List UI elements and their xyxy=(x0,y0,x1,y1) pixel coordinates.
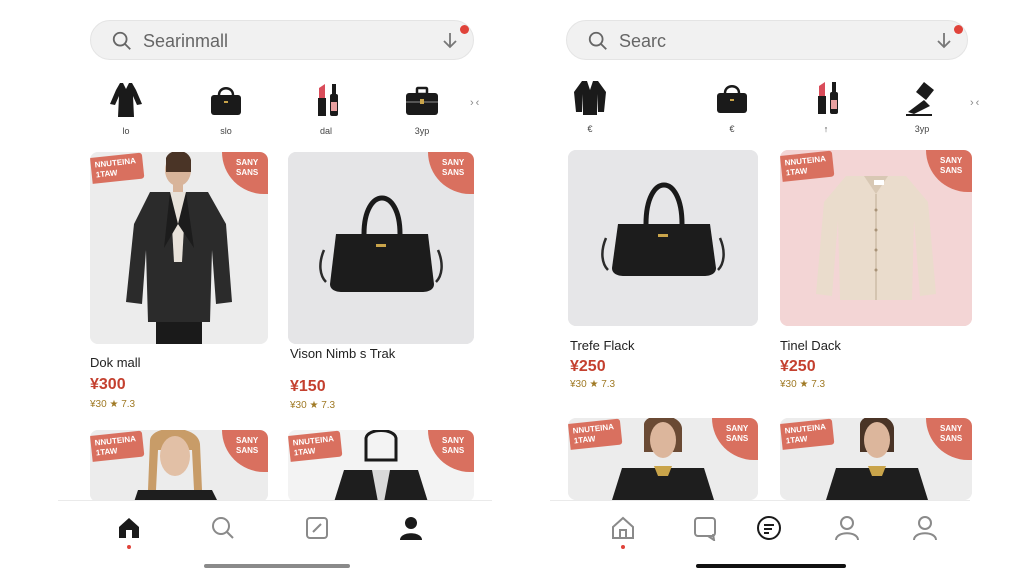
category-handbag[interactable]: slo xyxy=(196,80,256,150)
promo-tag: NNUTEINA 1TAW xyxy=(568,418,623,450)
notification-badge xyxy=(954,25,963,34)
category-label: 3yp xyxy=(914,124,930,134)
more-categories-chevron-icon[interactable]: ›‹ xyxy=(970,97,981,109)
category-cosmetics[interactable]: ↑ xyxy=(796,78,856,148)
jacket-icon xyxy=(574,81,606,115)
orders-icon xyxy=(757,516,781,540)
cosmetics-icon xyxy=(318,84,338,116)
nav-profile[interactable] xyxy=(398,515,424,541)
promo-tag: NNUTEINA 1TAW xyxy=(288,430,343,462)
product-card[interactable]: NNUTEINA 1TAW Sany Sans xyxy=(780,418,972,500)
cosmetics-icon xyxy=(818,82,838,114)
product-card[interactable]: NNUTEINA 1TAW Sany Sans xyxy=(90,152,268,344)
product-rating: ¥30 ★ 7.3 xyxy=(780,379,826,390)
notification-badge xyxy=(460,25,469,34)
handbag-icon xyxy=(717,85,747,113)
home-icon xyxy=(612,516,634,539)
download-icon[interactable] xyxy=(935,31,953,51)
handbag-icon xyxy=(211,87,241,115)
promo-tag: NNUTEINA 1TAW xyxy=(90,152,145,184)
product-card[interactable]: NNUTEINA 1TAW Sany Sans xyxy=(288,430,474,502)
download-icon[interactable] xyxy=(441,31,459,51)
search-bar[interactable]: Searinmall xyxy=(90,20,474,60)
edit-icon xyxy=(306,517,328,539)
category-label: 3yp xyxy=(414,126,430,136)
category-label: slo xyxy=(220,126,232,136)
product-card[interactable]: NNUTEINA 1TAW Sany Sans xyxy=(780,150,972,326)
nav-account[interactable] xyxy=(834,515,860,541)
active-indicator xyxy=(127,545,131,549)
search-icon xyxy=(212,517,234,539)
left-phone-screen: Searinmall lo slo dal 3yp ›‹ NNUTEINA 1T… xyxy=(0,0,512,576)
chat-icon xyxy=(694,517,716,543)
dress-icon xyxy=(110,83,142,117)
product-name[interactable]: Tinel Dack xyxy=(780,338,841,353)
product-price: ¥300 xyxy=(90,376,126,393)
home-icon xyxy=(119,518,139,538)
category-dress[interactable]: lo xyxy=(96,80,156,150)
product-rating: ¥30 ★ 7.3 xyxy=(290,400,336,411)
search-input[interactable]: Searc xyxy=(619,31,666,52)
briefcase-icon xyxy=(406,86,438,115)
product-price: ¥150 xyxy=(290,378,326,395)
nav-profile[interactable] xyxy=(912,515,938,541)
category-handbag[interactable]: € xyxy=(702,78,762,148)
profile-icon xyxy=(400,517,422,540)
product-rating: ¥30 ★ 7.3 xyxy=(570,379,616,390)
promo-tag: NNUTEINA 1TAW xyxy=(780,150,835,182)
category-briefcase[interactable]: 3yp xyxy=(392,80,452,150)
nav-home[interactable] xyxy=(610,515,636,541)
promo-tag: NNUTEINA 1TAW xyxy=(780,418,835,450)
category-beauty[interactable]: 3yp xyxy=(892,78,952,148)
home-indicator-bar[interactable] xyxy=(696,564,846,568)
category-label: dal xyxy=(319,126,332,136)
product-price: ¥250 xyxy=(780,358,816,375)
search-icon xyxy=(112,31,131,50)
nav-edit[interactable] xyxy=(304,515,330,541)
category-cosmetics[interactable]: dal xyxy=(296,80,356,150)
nav-search[interactable] xyxy=(210,515,236,541)
category-label: € xyxy=(729,124,735,134)
search-input[interactable]: Searinmall xyxy=(143,31,228,52)
more-categories-chevron-icon[interactable]: ›‹ xyxy=(470,97,481,109)
nav-chat[interactable] xyxy=(692,515,718,543)
black-handbag-image xyxy=(568,150,758,326)
home-indicator-bar[interactable] xyxy=(204,564,350,568)
product-card[interactable]: NNUTEINA 1TAW Sany Sans xyxy=(90,430,268,502)
product-name[interactable]: Vison Nimb s Trak xyxy=(290,347,410,360)
product-rating: ¥30 ★ 7.3 xyxy=(90,399,136,410)
search-icon xyxy=(588,31,607,50)
category-label: ↑ xyxy=(823,124,829,134)
profile-icon xyxy=(913,516,937,541)
product-name[interactable]: Trefe Flack xyxy=(570,338,635,353)
product-card[interactable]: Sany Sans xyxy=(288,152,474,344)
product-card[interactable]: NNUTEINA 1TAW Sany Sans xyxy=(568,418,758,500)
product-price: ¥250 xyxy=(570,358,606,375)
category-jacket[interactable]: € xyxy=(560,78,620,148)
category-label: € xyxy=(587,124,593,134)
nav-orders[interactable] xyxy=(756,515,782,541)
category-label: lo xyxy=(122,126,130,136)
active-indicator xyxy=(621,545,625,549)
promo-tag: NNUTEINA 1TAW xyxy=(90,430,145,462)
pouring-icon xyxy=(906,82,934,116)
account-icon xyxy=(835,516,859,541)
product-name[interactable]: Dok mall xyxy=(90,355,141,370)
search-bar[interactable]: Searc xyxy=(566,20,968,60)
product-card[interactable] xyxy=(568,150,758,326)
nav-home[interactable] xyxy=(116,515,142,541)
